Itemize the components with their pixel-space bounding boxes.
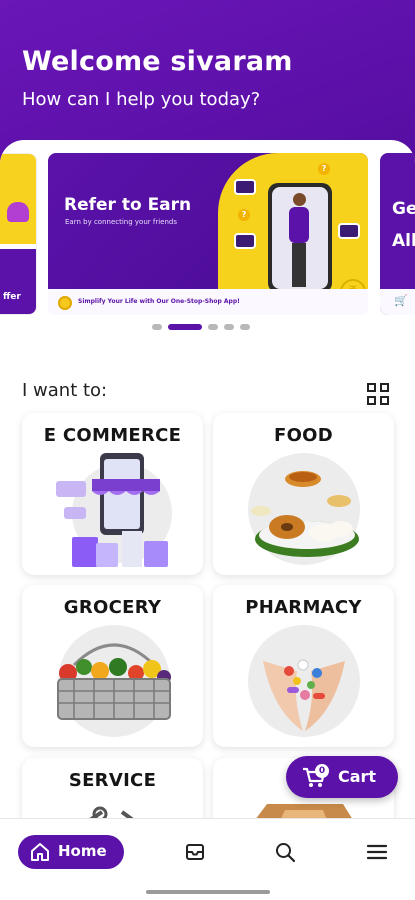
nav-home-label: Home: [58, 842, 107, 860]
slide-tagline: Simplify Your Life with Our One-Stop-Sho…: [78, 298, 240, 305]
menu-icon[interactable]: [366, 841, 388, 863]
category-card-pharmacy[interactable]: PHARMACY: [213, 585, 394, 747]
coin-icon: [58, 296, 72, 310]
grocery-basket-illustration: [57, 625, 171, 737]
food-illustration: [248, 453, 360, 565]
category-card-ecommerce[interactable]: E COMMERCE: [22, 413, 203, 575]
carousel-dot-active[interactable]: [168, 324, 202, 330]
orders-inbox-icon[interactable]: [184, 841, 206, 863]
ecommerce-illustration: [56, 453, 172, 567]
slide-subtitle: Earn by connecting your friends: [65, 218, 177, 226]
slide-title: Refer to Earn: [64, 195, 192, 215]
cart-count-badge: 0: [315, 764, 329, 778]
category-label: E COMMERCE: [43, 425, 182, 446]
search-icon[interactable]: [274, 841, 296, 863]
question-icon: ?: [318, 163, 330, 175]
category-label: FOOD: [273, 425, 334, 446]
scooter-illustration: [7, 202, 29, 222]
person-illustration: [286, 193, 312, 289]
chat-bubble-icon: [338, 223, 360, 239]
carousel-indicator: [152, 323, 250, 331]
category-label: PHARMACY: [245, 597, 362, 618]
category-label: GROCERY: [63, 597, 162, 618]
carousel-dot[interactable]: [208, 324, 218, 330]
welcome-subtitle: How can I help you today?: [22, 89, 261, 110]
carousel-slide-next[interactable]: Ge All 🛒: [380, 153, 415, 315]
chat-bubble-icon: [234, 233, 256, 249]
category-card-grocery[interactable]: GROCERY: [22, 585, 203, 747]
home-icon: [31, 843, 49, 861]
category-card-service[interactable]: SERVICE: [22, 758, 203, 820]
system-home-indicator[interactable]: [146, 890, 270, 894]
slide-previous-text: ffer: [3, 292, 21, 302]
category-label: SERVICE: [68, 770, 157, 791]
welcome-title: Welcome sivaram: [22, 46, 293, 77]
category-card-food[interactable]: FOOD: [213, 413, 394, 575]
cart-icon: 🛒: [394, 294, 408, 307]
carousel-dot[interactable]: [224, 324, 234, 330]
carousel-dot[interactable]: [240, 324, 250, 330]
bottom-navigation: Home: [0, 818, 415, 900]
carousel-dot[interactable]: [152, 324, 162, 330]
main-content: ffer Refer to Earn Earn by connecting yo…: [0, 140, 415, 820]
carousel-slide-previous[interactable]: ffer: [0, 153, 37, 315]
cart-button[interactable]: 0 Cart: [286, 756, 398, 798]
grid-view-icon[interactable]: [367, 383, 389, 405]
nav-home-button[interactable]: Home: [18, 835, 124, 869]
carousel-slide-refer-to-earn[interactable]: Refer to Earn Earn by connecting your fr…: [48, 153, 368, 315]
chat-bubble-icon: [234, 179, 256, 195]
cart-label: Cart: [338, 767, 377, 786]
pharmacy-pills-illustration: [248, 625, 360, 737]
slide-next-text: Ge All: [392, 199, 415, 251]
category-illustration: [255, 804, 353, 820]
question-icon: ?: [238, 209, 250, 221]
section-label: I want to:: [22, 380, 108, 401]
